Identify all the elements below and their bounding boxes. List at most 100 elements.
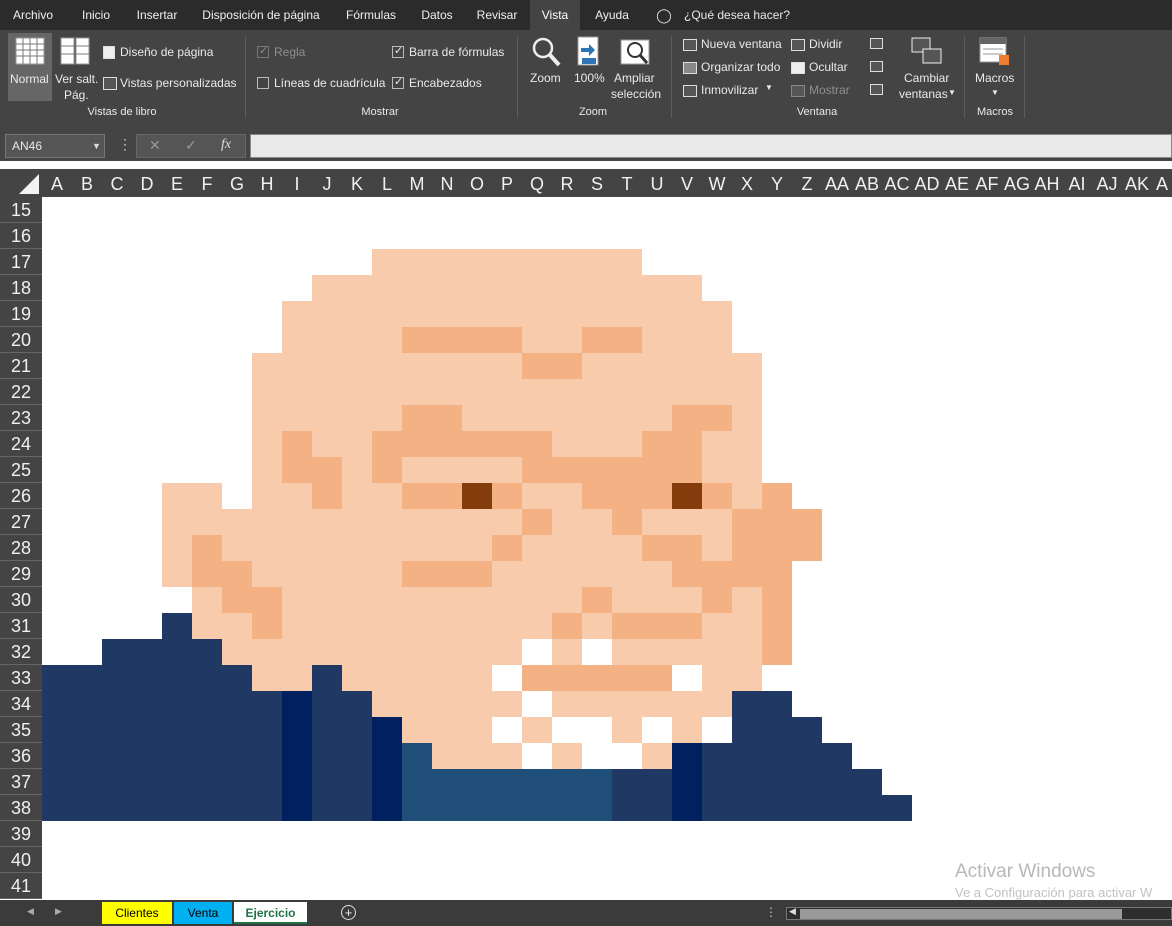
pixel-cell[interactable] [462, 457, 492, 483]
split-button[interactable]: Dividir [790, 37, 860, 53]
pixel-cell[interactable] [702, 431, 732, 457]
column-header[interactable]: AB [852, 169, 882, 197]
pixel-cell[interactable] [762, 483, 792, 509]
row-header[interactable]: 31 [0, 613, 42, 639]
pixel-cell[interactable] [612, 275, 642, 301]
pixel-cell[interactable] [582, 379, 612, 405]
row-header[interactable]: 38 [0, 795, 42, 821]
pixel-cell[interactable] [612, 691, 642, 717]
row-header[interactable]: 30 [0, 587, 42, 613]
pixel-cell[interactable] [522, 483, 552, 509]
pixel-cell[interactable] [372, 795, 402, 821]
pixel-cell[interactable] [642, 431, 672, 457]
pixel-cell[interactable] [342, 379, 372, 405]
pixel-cell[interactable] [312, 717, 342, 743]
pixel-cell[interactable] [252, 717, 282, 743]
pixel-cell[interactable] [462, 795, 492, 821]
pixel-cell[interactable] [102, 717, 132, 743]
pixel-cell[interactable] [492, 665, 522, 691]
pixel-cell[interactable] [72, 717, 102, 743]
pixel-cell[interactable] [162, 509, 192, 535]
pixel-cell[interactable] [552, 431, 582, 457]
pixel-cell[interactable] [552, 561, 582, 587]
pixel-cell[interactable] [552, 405, 582, 431]
pixel-cell[interactable] [672, 795, 702, 821]
pixel-cell[interactable] [252, 561, 282, 587]
pixel-cell[interactable] [282, 405, 312, 431]
pixel-cell[interactable] [642, 379, 672, 405]
pixel-cell[interactable] [372, 561, 402, 587]
pixel-cell[interactable] [462, 249, 492, 275]
pixel-cell[interactable] [192, 665, 222, 691]
pixel-cell[interactable] [342, 613, 372, 639]
pixel-cell[interactable] [342, 275, 372, 301]
pixel-cell[interactable] [162, 665, 192, 691]
column-header[interactable]: H [252, 169, 282, 197]
pixel-cell[interactable] [552, 275, 582, 301]
view-side-by-side-icon[interactable] [870, 38, 883, 49]
sheet-tab-venta[interactable]: Venta [174, 902, 232, 924]
pixel-cell[interactable] [582, 431, 612, 457]
pixel-cell[interactable] [642, 405, 672, 431]
pixel-cell[interactable] [192, 587, 222, 613]
pixel-cell[interactable] [372, 275, 402, 301]
pixel-cell[interactable] [222, 743, 252, 769]
pixel-cell[interactable] [702, 665, 732, 691]
pixel-cell[interactable] [222, 587, 252, 613]
pixel-cell[interactable] [462, 639, 492, 665]
row-header[interactable]: 21 [0, 353, 42, 379]
row-header[interactable]: 34 [0, 691, 42, 717]
pixel-cell[interactable] [702, 561, 732, 587]
pixel-cell[interactable] [642, 691, 672, 717]
formula-input[interactable] [250, 134, 1172, 158]
pixel-cell[interactable] [312, 327, 342, 353]
pixel-cell[interactable] [462, 405, 492, 431]
normal-view-button[interactable]: Normal [8, 33, 52, 101]
pixel-cell[interactable] [372, 405, 402, 431]
column-header[interactable]: K [342, 169, 372, 197]
pixel-cell[interactable] [372, 353, 402, 379]
pixel-cell[interactable] [672, 509, 702, 535]
row-header[interactable]: 16 [0, 223, 42, 249]
pixel-cell[interactable] [372, 301, 402, 327]
pixel-cell[interactable] [492, 509, 522, 535]
pixel-cell[interactable] [432, 691, 462, 717]
row-header[interactable]: 15 [0, 197, 42, 223]
pixel-cell[interactable] [432, 665, 462, 691]
row-header[interactable]: 20 [0, 327, 42, 353]
pixel-cell[interactable] [192, 769, 222, 795]
pixel-cell[interactable] [522, 561, 552, 587]
pixel-cell[interactable] [402, 405, 432, 431]
pixel-cell[interactable] [672, 665, 702, 691]
pixel-cell[interactable] [402, 769, 432, 795]
pixel-cell[interactable] [642, 743, 672, 769]
pixel-cell[interactable] [492, 457, 522, 483]
column-header[interactable]: AG [1002, 169, 1032, 197]
pixel-cell[interactable] [192, 509, 222, 535]
pixel-cell[interactable] [552, 535, 582, 561]
pixel-cell[interactable] [702, 535, 732, 561]
select-all-button[interactable] [0, 169, 42, 197]
pixel-cell[interactable] [402, 249, 432, 275]
pixel-cell[interactable] [402, 535, 432, 561]
pixel-cell[interactable] [222, 509, 252, 535]
pixel-cell[interactable] [522, 743, 552, 769]
row-header[interactable]: 17 [0, 249, 42, 275]
pixel-cell[interactable] [612, 431, 642, 457]
pixel-cell[interactable] [732, 639, 762, 665]
pixel-cell[interactable] [762, 743, 792, 769]
pixel-cell[interactable] [492, 353, 522, 379]
pixel-cell[interactable] [372, 587, 402, 613]
pixel-cell[interactable] [732, 535, 762, 561]
pixel-cell[interactable] [372, 249, 402, 275]
pixel-cell[interactable] [672, 769, 702, 795]
pixel-cell[interactable] [552, 665, 582, 691]
column-header[interactable]: Q [522, 169, 552, 197]
tab-split-handle-icon[interactable]: ⋮ [765, 905, 777, 919]
pixel-cell[interactable] [522, 613, 552, 639]
pixel-cell[interactable] [612, 769, 642, 795]
pixel-cell[interactable] [432, 795, 462, 821]
tab-revisar[interactable]: Revisar [466, 0, 528, 30]
pixel-cell[interactable] [222, 769, 252, 795]
pixel-cell[interactable] [462, 535, 492, 561]
